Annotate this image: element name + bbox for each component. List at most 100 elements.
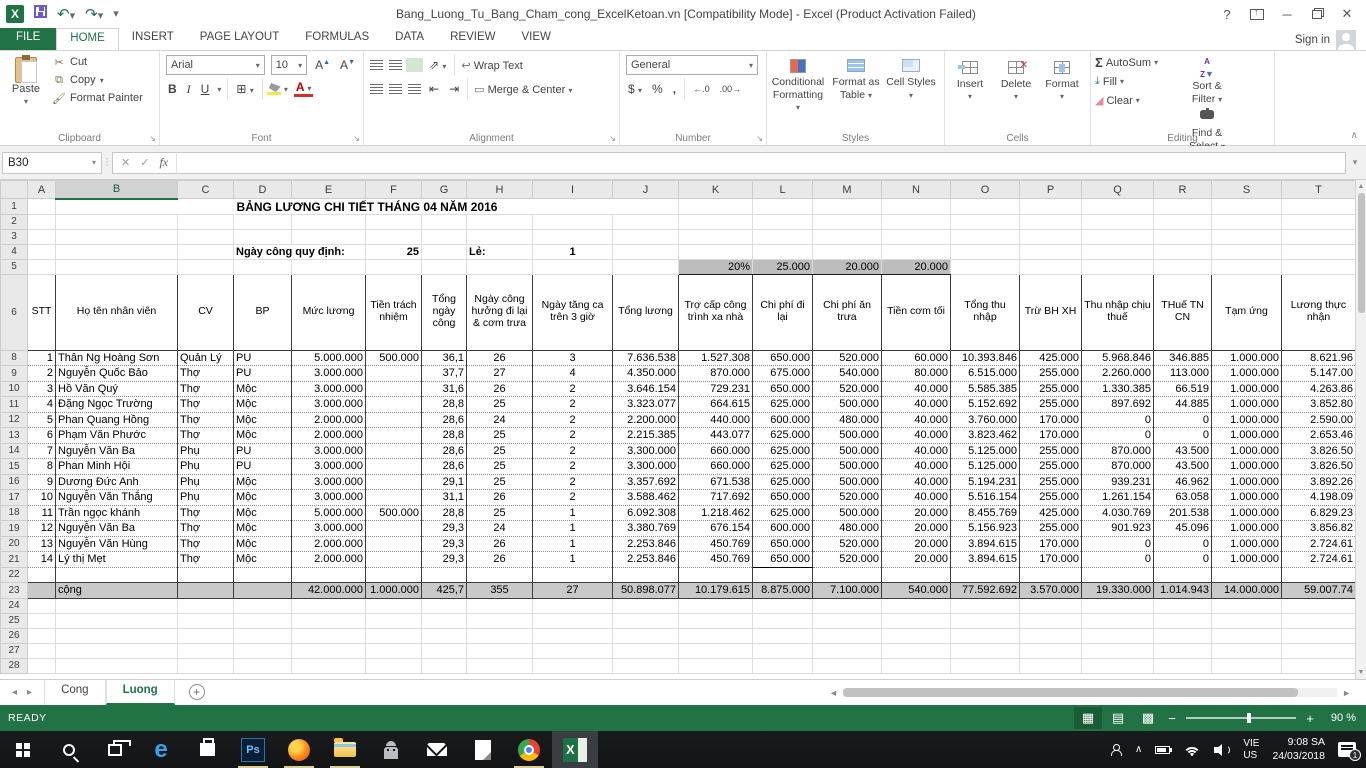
data-cell[interactable]: 870.000 <box>1082 459 1154 475</box>
data-cell[interactable]: Lý thị Mẹt <box>56 552 178 568</box>
cell[interactable] <box>951 598 1020 613</box>
data-cell[interactable]: 5.585.385 <box>951 381 1020 397</box>
data-cell[interactable]: 25 <box>467 505 533 521</box>
data-cell[interactable]: 29,1 <box>422 474 467 490</box>
data-cell[interactable]: 28,6 <box>422 412 467 428</box>
cell[interactable] <box>882 214 951 229</box>
data-cell[interactable]: Phạm Văn Phước <box>56 428 178 444</box>
data-cell[interactable]: 2 <box>533 443 613 459</box>
cell[interactable] <box>882 199 951 215</box>
cell[interactable] <box>28 259 56 274</box>
ribbon-tab-file[interactable]: FILE <box>0 28 56 50</box>
cell[interactable] <box>533 628 613 643</box>
column-header-B[interactable]: B <box>56 181 178 199</box>
data-cell[interactable]: Nguyễn Văn Ba <box>56 521 178 537</box>
horizontal-scrollbar-thumb[interactable] <box>843 688 1298 697</box>
row-header-20[interactable]: 20 <box>1 536 28 552</box>
data-cell[interactable]: 520.000 <box>813 536 882 552</box>
total-cell[interactable]: 27 <box>533 582 613 598</box>
data-cell[interactable]: 500.000 <box>813 505 882 521</box>
cell[interactable] <box>1212 199 1282 215</box>
data-cell[interactable]: Quản Lý <box>178 350 234 366</box>
cell[interactable] <box>467 229 533 244</box>
data-cell[interactable]: 440.000 <box>679 412 753 428</box>
data-cell[interactable]: 1.000.000 <box>1212 443 1282 459</box>
hidden-icons-chevron-icon[interactable]: ∧ <box>1135 744 1142 755</box>
data-cell[interactable]: 255.000 <box>1020 490 1082 506</box>
data-cell[interactable]: 26 <box>467 381 533 397</box>
cell[interactable] <box>1154 658 1212 673</box>
number-format-combo[interactable]: General▾ <box>626 55 758 75</box>
cell[interactable] <box>467 259 533 274</box>
fill-color-button[interactable]: ▾ <box>269 83 288 95</box>
data-cell[interactable] <box>366 567 422 582</box>
data-cell[interactable]: 6 <box>28 428 56 444</box>
row-header-17[interactable]: 17 <box>1 490 28 506</box>
data-cell[interactable]: Mộc <box>234 505 292 521</box>
cell[interactable] <box>178 229 234 244</box>
data-cell[interactable] <box>366 490 422 506</box>
cell[interactable] <box>1154 199 1212 215</box>
percent-style-button[interactable]: % <box>650 82 665 96</box>
data-cell[interactable]: 480.000 <box>813 412 882 428</box>
data-cell[interactable]: 0 <box>1082 552 1154 568</box>
sheet-nav-right-icon[interactable]: ▸ <box>27 687 32 698</box>
cell[interactable] <box>951 658 1020 673</box>
data-cell[interactable] <box>366 536 422 552</box>
sign-in[interactable]: Sign in <box>1295 30 1366 50</box>
cell[interactable] <box>56 643 178 658</box>
cell[interactable] <box>951 214 1020 229</box>
data-cell[interactable]: 1.000.000 <box>1212 505 1282 521</box>
page-layout-view-button[interactable]: ▤ <box>1104 707 1132 729</box>
data-cell[interactable]: 520.000 <box>813 381 882 397</box>
data-cell[interactable]: 1 <box>533 536 613 552</box>
data-cell[interactable]: PU <box>234 459 292 475</box>
data-cell[interactable]: 26 <box>467 350 533 366</box>
ribbon-display-options-button[interactable] <box>1242 2 1272 26</box>
cell[interactable] <box>679 229 753 244</box>
data-cell[interactable]: 5.000.000 <box>292 505 366 521</box>
column-header-A[interactable]: A <box>28 181 56 199</box>
data-cell[interactable]: 500.000 <box>813 459 882 475</box>
zoom-in-button[interactable]: + <box>1302 711 1318 726</box>
insert-button[interactable]: Insert▾ <box>948 55 992 127</box>
data-cell[interactable]: 870.000 <box>1082 443 1154 459</box>
cell[interactable] <box>178 628 234 643</box>
cell[interactable] <box>1082 628 1154 643</box>
cell[interactable] <box>1020 643 1082 658</box>
cell[interactable] <box>178 658 234 673</box>
cell[interactable] <box>753 628 813 643</box>
data-cell[interactable]: 4 <box>28 397 56 413</box>
cell[interactable] <box>1020 199 1082 215</box>
cell[interactable] <box>366 613 422 628</box>
data-cell[interactable]: 40.000 <box>882 459 951 475</box>
data-cell[interactable]: 3.892.26 <box>1282 474 1356 490</box>
data-cell[interactable]: 255.000 <box>1020 521 1082 537</box>
data-cell[interactable]: 255.000 <box>1020 381 1082 397</box>
data-cell[interactable]: 2.253.846 <box>613 536 679 552</box>
data-cell[interactable]: Trần ngọc khánh <box>56 505 178 521</box>
data-cell[interactable]: 28,8 <box>422 397 467 413</box>
close-button[interactable]: ✕ <box>1332 2 1362 26</box>
horizontal-scrollbar[interactable]: ◄ ► <box>826 680 1366 705</box>
data-cell[interactable]: 40.000 <box>882 381 951 397</box>
taskbar-icon-search[interactable] <box>46 731 92 768</box>
table-header[interactable]: Thu nhập chịu thuế <box>1082 274 1154 350</box>
data-cell[interactable]: Thợ <box>178 381 234 397</box>
wrap-text-button[interactable]: ↩ Wrap Text <box>461 59 522 72</box>
data-cell[interactable] <box>366 521 422 537</box>
cell[interactable] <box>1212 598 1282 613</box>
data-cell[interactable]: 1.000.000 <box>1212 536 1282 552</box>
data-cell[interactable]: 3.000.000 <box>292 474 366 490</box>
cell[interactable] <box>1082 598 1154 613</box>
data-cell[interactable]: 170.000 <box>1020 552 1082 568</box>
data-cell[interactable]: 43.500 <box>1154 459 1212 475</box>
cell[interactable] <box>1020 229 1082 244</box>
data-cell[interactable]: 450.769 <box>679 536 753 552</box>
taskbar-icon-file-explorer[interactable] <box>322 731 368 768</box>
data-cell[interactable] <box>366 428 422 444</box>
cell[interactable] <box>234 259 292 274</box>
cell[interactable] <box>1212 259 1282 274</box>
column-header-L[interactable]: L <box>753 181 813 199</box>
row-header-9[interactable]: 9 <box>1 366 28 382</box>
